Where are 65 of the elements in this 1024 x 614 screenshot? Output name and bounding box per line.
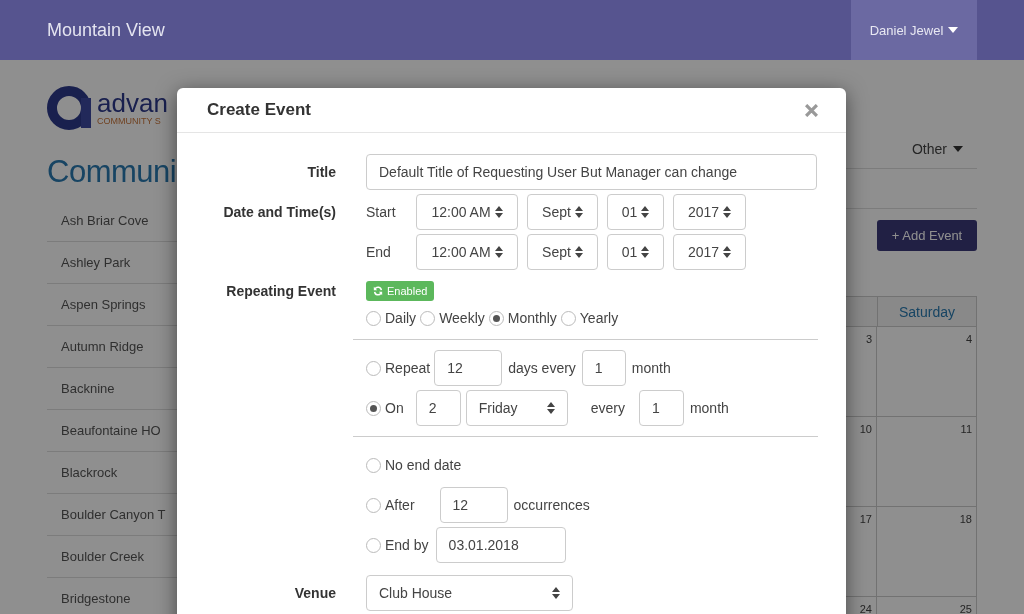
year-select[interactable]: 2017 [673, 234, 746, 270]
updown-caret-icon [641, 246, 650, 258]
interval-field[interactable]: 1 [638, 390, 684, 426]
end-date-field[interactable]: 03.01.2018 [435, 527, 566, 563]
close-icon [805, 103, 818, 117]
updown-caret-icon [641, 206, 650, 218]
radio-label[interactable]: Yearly [579, 310, 619, 326]
occurrences-field[interactable]: 12 [439, 487, 508, 523]
text-label: month [689, 400, 729, 416]
refresh-icon [373, 286, 383, 296]
updown-caret-icon [574, 246, 583, 258]
close-button[interactable] [805, 103, 818, 117]
field-label: Date and Time(s) [222, 204, 336, 220]
dialog-title: Create Event [207, 100, 311, 120]
day-number[interactable]: 4 [877, 327, 977, 417]
month-select[interactable]: Sept [527, 194, 598, 230]
radio-label[interactable]: Daily [385, 310, 417, 326]
radio-label[interactable]: Monthly [507, 310, 557, 326]
day-select[interactable]: 01 [607, 194, 664, 230]
weekday-select[interactable]: Friday [465, 390, 568, 426]
day-select[interactable]: 01 [607, 234, 664, 270]
day-number[interactable]: 25 [877, 597, 977, 614]
month-select[interactable]: Sept [527, 234, 598, 270]
caret-icon [948, 27, 959, 33]
interval-field[interactable]: 1 [581, 350, 626, 386]
text-label: month [631, 360, 671, 376]
day-number[interactable]: 18 [877, 507, 977, 597]
title-field[interactable]: Default Title of Requesting User But Manager can change [366, 154, 817, 190]
logo-name: advan [97, 90, 168, 116]
text-label: occurrences [513, 497, 590, 513]
user-menu[interactable]: Daniel Jewel [851, 0, 977, 60]
radio-label[interactable]: End by [385, 537, 429, 553]
updown-caret-icon [494, 246, 503, 258]
days-field[interactable]: 12 [434, 350, 503, 386]
updown-caret-icon [574, 206, 583, 218]
updown-caret-icon [552, 587, 560, 599]
text-label: days every [508, 360, 576, 376]
day-number[interactable]: 11 [877, 417, 977, 507]
time-select[interactable]: 12:00 AM [416, 234, 518, 270]
caret-icon [953, 146, 963, 152]
weekday-header: Saturday [878, 297, 977, 327]
add-event-button[interactable]: + Add Event [877, 220, 977, 251]
text-label: every [590, 400, 625, 416]
site-title[interactable]: Mountain View [47, 19, 165, 41]
updown-caret-icon [546, 402, 555, 414]
year-select[interactable]: 2017 [673, 194, 746, 230]
time-select[interactable]: 12:00 AM [416, 194, 518, 230]
radio-label[interactable]: On [385, 400, 404, 416]
updown-caret-icon [723, 206, 732, 218]
logo-tagline: COMMUNITY S [97, 116, 162, 126]
field-label: Repeating Event [225, 283, 336, 299]
field-label: Venue [293, 585, 336, 601]
filter-dropdown[interactable]: Other [906, 138, 969, 160]
radio-label[interactable]: Weekly [439, 310, 485, 326]
radio-label[interactable]: No end date [385, 457, 462, 473]
radio-label[interactable]: After [385, 497, 415, 513]
field-label: Title [306, 164, 336, 180]
ordinal-field[interactable]: 2 [415, 390, 461, 426]
updown-caret-icon [494, 206, 503, 218]
updown-caret-icon [723, 246, 732, 258]
date-row-label: End [366, 244, 392, 260]
date-row-label: Start [366, 204, 397, 220]
page-heading: Communi [47, 154, 177, 190]
radio-label[interactable]: Repeat [385, 360, 431, 376]
venue-select[interactable]: Club House [366, 575, 573, 611]
